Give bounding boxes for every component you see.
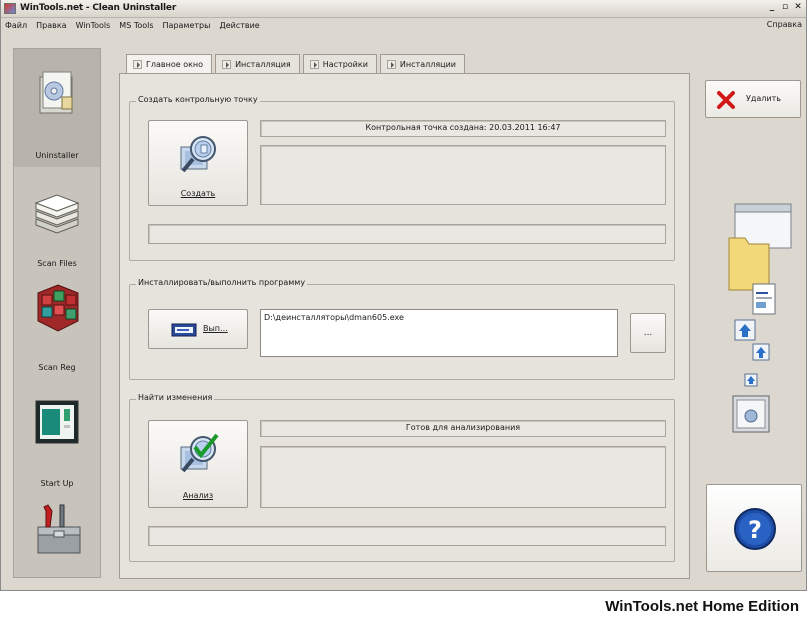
- sidebar-item-label: Scan Reg: [38, 363, 76, 372]
- menu-action[interactable]: Действие: [219, 21, 259, 30]
- menu-wintools[interactable]: WinTools: [76, 21, 111, 30]
- scan-files-icon: [34, 194, 80, 234]
- maximize-icon[interactable]: ▫: [779, 2, 791, 14]
- run-icon: [171, 323, 197, 337]
- install-run-group: Инсталлировать/выполнить программу Вып..…: [129, 278, 675, 380]
- tab-label: Инсталляция: [235, 59, 291, 69]
- group-title: Инсталлировать/выполнить программу: [136, 278, 308, 287]
- svg-text:?: ?: [748, 516, 762, 544]
- edition-label: WinTools.net Home Edition: [605, 598, 799, 615]
- analyze-log-field: [260, 446, 666, 508]
- sidebar-item-scan-files[interactable]: Scan Files: [14, 167, 100, 275]
- menu-ms-tools[interactable]: MS Tools: [119, 21, 153, 30]
- delete-x-icon: [717, 91, 735, 109]
- menu-bar: Файл Правка WinTools MS Tools Параметры …: [1, 18, 806, 32]
- window-title: WinTools.net - Clean Uninstaller: [20, 3, 177, 13]
- group-title: Найти изменения: [136, 393, 215, 402]
- tab-label: Главное окно: [146, 60, 204, 69]
- analyze-status-field: Готов для анализирования: [260, 420, 666, 437]
- tab-installations[interactable]: Инсталляции: [379, 54, 465, 73]
- tab-label: Настройки: [322, 59, 368, 69]
- cleanup-icon: [732, 395, 770, 433]
- sidebar-item-label: Scan Files: [37, 259, 77, 268]
- create-button-label: Создать: [180, 189, 216, 198]
- window-controls: _ ▫ ✕: [766, 2, 804, 14]
- title-bar: WinTools.net - Clean Uninstaller _ ▫ ✕: [1, 0, 806, 18]
- tab-arrow-icon: [222, 59, 232, 69]
- analyze-icon: [180, 433, 219, 473]
- menu-file[interactable]: Файл: [5, 21, 27, 30]
- restore-point-status: Контрольная точка создана: 20.03.2011 16…: [365, 123, 561, 132]
- tab-arrow-icon: [133, 60, 142, 69]
- sidebar-item-uninstaller[interactable]: Uninstaller: [14, 49, 100, 167]
- restore-point-progress-bar: [148, 224, 666, 244]
- restore-point-status-field: Контрольная точка создана: 20.03.2011 16…: [260, 120, 666, 137]
- tab-strip: Главное окно Инсталляция Настройки Инста…: [126, 54, 468, 74]
- minimize-icon[interactable]: _: [766, 2, 778, 14]
- run-program-button[interactable]: Вып...: [148, 309, 248, 349]
- sidebar-item-label: Start Up: [40, 479, 74, 488]
- restore-point-log-field: [260, 145, 666, 205]
- program-path-text: D:\деинсталляторы\dman605.exe: [264, 313, 404, 322]
- magnifier-icon: [180, 136, 216, 173]
- scan-reg-icon: [37, 284, 79, 332]
- folder-icon: [728, 237, 770, 291]
- sidebar-item-scan-reg[interactable]: Scan Reg: [14, 275, 100, 385]
- browse-button-label: ...: [643, 328, 653, 338]
- find-changes-group: Найти изменения Анализ Готов для анализи…: [129, 393, 675, 562]
- document-icon: [752, 283, 776, 315]
- sidebar-item-label: Uninstaller: [35, 151, 79, 160]
- help-button[interactable]: ?: [706, 484, 802, 572]
- arrow-up-icon-tiny: [744, 373, 758, 387]
- tab-arrow-icon: [309, 59, 319, 69]
- menu-options[interactable]: Параметры: [163, 21, 211, 30]
- restore-point-group: Создать контрольную точку Создать Контро…: [129, 95, 675, 261]
- uninstaller-icon: [39, 71, 73, 114]
- menu-help[interactable]: Справка: [767, 20, 802, 29]
- tab-arrow-icon: [386, 59, 396, 69]
- create-restore-point-button[interactable]: Создать: [148, 120, 248, 206]
- sidebar: Uninstaller Scan Files Scan Reg Start Up: [13, 48, 101, 578]
- analyze-progress-bar: [148, 526, 666, 546]
- menu-edit[interactable]: Правка: [36, 21, 66, 30]
- browse-button[interactable]: ...: [630, 313, 666, 353]
- close-icon[interactable]: ✕: [792, 2, 804, 14]
- tab-main-window[interactable]: Главное окно: [126, 54, 213, 74]
- delete-button-label: Удалить: [746, 94, 781, 103]
- run-button-label: Вып...: [203, 324, 228, 333]
- main-window: WinTools.net - Clean Uninstaller _ ▫ ✕ Ф…: [0, 0, 807, 591]
- main-panel: Создать контрольную точку Создать Контро…: [119, 73, 690, 579]
- help-icon: ?: [734, 508, 776, 550]
- delete-button[interactable]: Удалить: [705, 80, 801, 118]
- sidebar-item-startup[interactable]: Start Up: [14, 385, 100, 497]
- tab-installation[interactable]: Инсталляция: [215, 54, 300, 73]
- analyze-button-label: Анализ: [182, 491, 214, 500]
- analyze-button[interactable]: Анализ: [148, 420, 248, 508]
- right-decoration-icons: [728, 203, 792, 433]
- arrow-up-icon: [734, 319, 756, 341]
- startup-icon: [35, 400, 79, 444]
- group-title: Создать контрольную точку: [136, 95, 260, 104]
- toolbox-icon: [37, 504, 81, 554]
- tab-label: Инсталляции: [399, 59, 456, 69]
- sidebar-item-toolbox[interactable]: [14, 497, 100, 577]
- program-path-input[interactable]: D:\деинсталляторы\dman605.exe: [260, 309, 618, 357]
- tab-settings[interactable]: Настройки: [302, 54, 377, 73]
- app-icon: [4, 3, 16, 14]
- analyze-status: Готов для анализирования: [405, 423, 521, 432]
- arrow-up-icon-small: [752, 343, 770, 361]
